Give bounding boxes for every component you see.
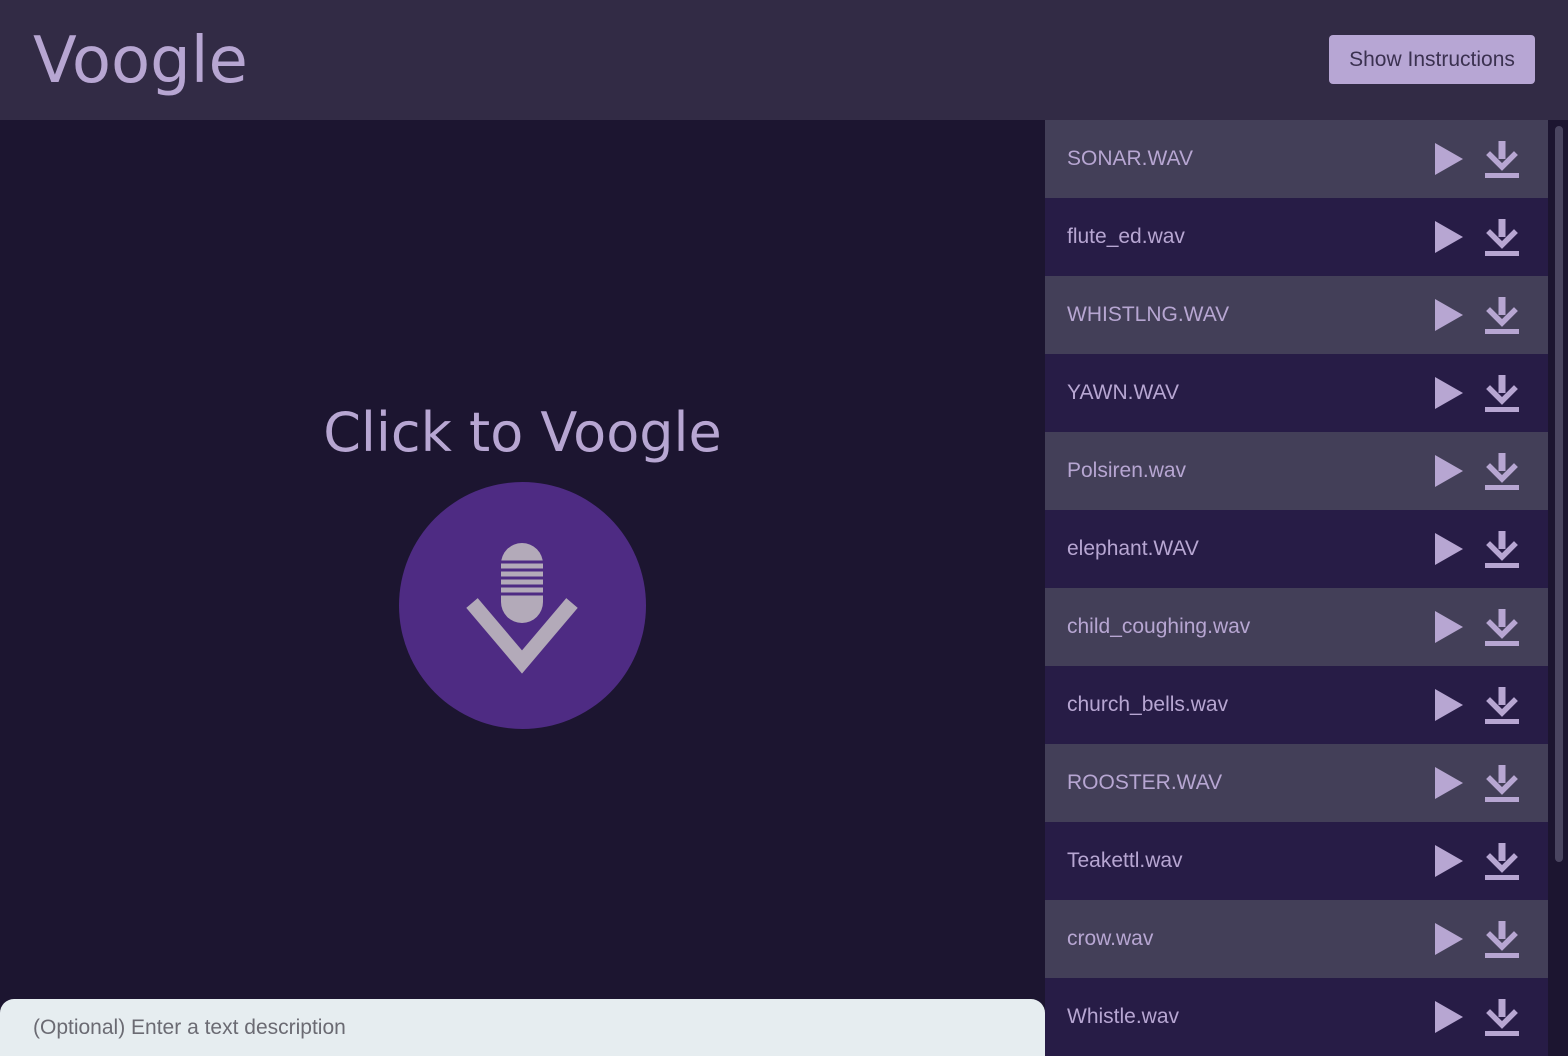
- sound-list-item: flute_ed.wav: [1045, 198, 1548, 276]
- play-icon[interactable]: [1433, 532, 1465, 566]
- sound-list: SONAR.WAV flute_ed.wav WHISTLNG.WAV YAWN.WA…: [1045, 120, 1548, 1056]
- sound-list-item: church_bells.wav: [1045, 666, 1548, 744]
- voogle-main-panel: Click to Voogle: [0, 120, 1045, 1056]
- text-description-input[interactable]: [0, 999, 1045, 1056]
- download-icon[interactable]: [1482, 452, 1522, 492]
- sound-filename: Teakettl.wav: [1067, 849, 1183, 872]
- play-icon[interactable]: [1433, 298, 1465, 332]
- sound-filename: elephant.WAV: [1067, 537, 1199, 560]
- download-icon[interactable]: [1482, 530, 1522, 570]
- sound-list-item: WHISTLNG.WAV: [1045, 276, 1548, 354]
- download-icon[interactable]: [1482, 218, 1522, 258]
- play-icon[interactable]: [1433, 142, 1465, 176]
- download-icon[interactable]: [1482, 374, 1522, 414]
- sound-list-item: ROOSTER.WAV: [1045, 744, 1548, 822]
- sound-list-item: Teakettl.wav: [1045, 822, 1548, 900]
- sound-list-item: crow.wav: [1045, 900, 1548, 978]
- sound-list-item: Polsiren.wav: [1045, 432, 1548, 510]
- play-icon[interactable]: [1433, 1000, 1465, 1034]
- download-icon[interactable]: [1482, 686, 1522, 726]
- sound-filename: Whistle.wav: [1067, 1005, 1180, 1028]
- play-icon[interactable]: [1433, 922, 1465, 956]
- scrollbar[interactable]: [1550, 120, 1568, 1056]
- sound-list-item: YAWN.WAV: [1045, 354, 1548, 432]
- play-icon[interactable]: [1433, 610, 1465, 644]
- record-button[interactable]: [399, 482, 646, 729]
- play-icon[interactable]: [1433, 766, 1465, 800]
- scrollbar-thumb[interactable]: [1555, 126, 1563, 862]
- sound-filename: crow.wav: [1067, 927, 1154, 950]
- app-title: Voogle: [33, 24, 248, 98]
- sound-filename: WHISTLNG.WAV: [1067, 303, 1230, 326]
- sound-filename: YAWN.WAV: [1067, 381, 1179, 404]
- microphone-icon: [466, 543, 578, 674]
- app-header: Voogle Show Instructions: [0, 0, 1568, 120]
- download-icon[interactable]: [1482, 140, 1522, 180]
- sound-filename: Polsiren.wav: [1067, 459, 1187, 482]
- sound-filename: church_bells.wav: [1067, 693, 1229, 716]
- download-icon[interactable]: [1482, 842, 1522, 882]
- sound-results-panel: SONAR.WAV flute_ed.wav WHISTLNG.WAV YAWN.WA…: [1045, 120, 1568, 1056]
- play-icon[interactable]: [1433, 688, 1465, 722]
- download-icon[interactable]: [1482, 920, 1522, 960]
- sound-filename: SONAR.WAV: [1067, 147, 1194, 170]
- sound-list-item: SONAR.WAV: [1045, 120, 1548, 198]
- show-instructions-button[interactable]: Show Instructions: [1329, 35, 1535, 84]
- download-icon[interactable]: [1482, 296, 1522, 336]
- play-icon[interactable]: [1433, 844, 1465, 878]
- sound-list-item: child_coughing.wav: [1045, 588, 1548, 666]
- sound-list-item: Whistle.wav: [1045, 978, 1548, 1056]
- download-icon[interactable]: [1482, 998, 1522, 1038]
- play-icon[interactable]: [1433, 220, 1465, 254]
- download-icon[interactable]: [1482, 608, 1522, 648]
- play-icon[interactable]: [1433, 454, 1465, 488]
- sound-filename: child_coughing.wav: [1067, 615, 1251, 638]
- play-icon[interactable]: [1433, 376, 1465, 410]
- sound-filename: flute_ed.wav: [1067, 225, 1185, 248]
- sound-list-item: elephant.WAV: [1045, 510, 1548, 588]
- click-to-voogle-label: Click to Voogle: [323, 401, 722, 464]
- download-icon[interactable]: [1482, 764, 1522, 804]
- sound-filename: ROOSTER.WAV: [1067, 771, 1223, 794]
